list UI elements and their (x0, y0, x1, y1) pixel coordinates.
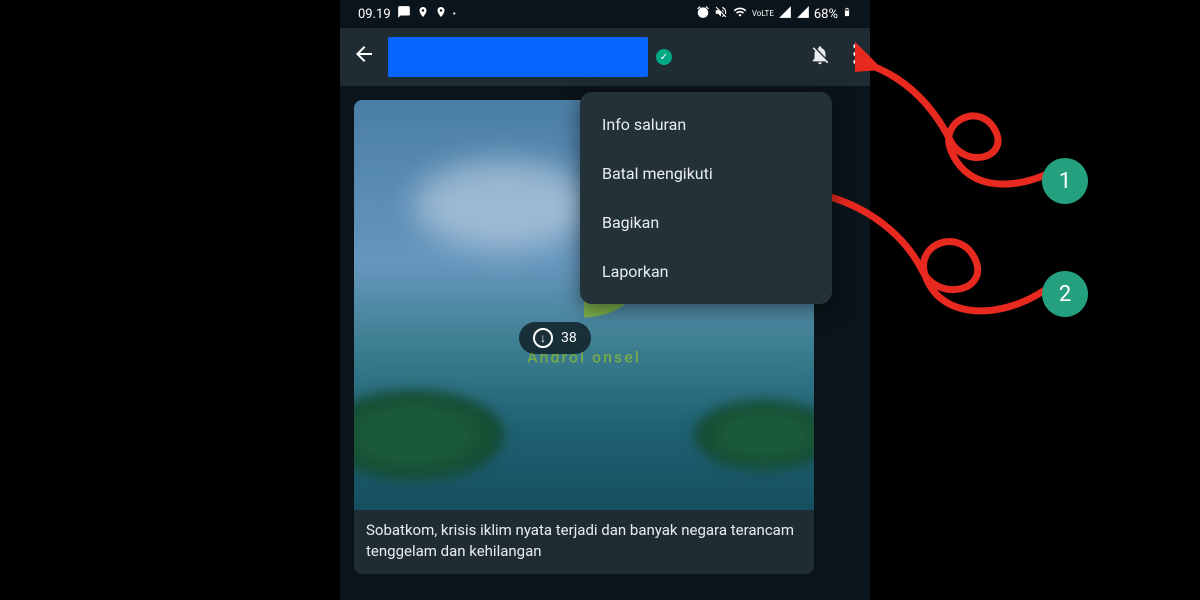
message-text: Sobatkom, krisis iklim nyata terjadi dan… (354, 510, 814, 574)
back-button[interactable] (352, 42, 376, 72)
battery-percent: 68% (814, 7, 838, 22)
annotation-step-1: 1 (1042, 158, 1088, 204)
location-icon (417, 5, 429, 23)
annotation-step-2: 2 (1042, 271, 1088, 317)
annotation-arrow-1 (855, 40, 1065, 200)
header-actions (809, 44, 858, 70)
wifi-icon (732, 5, 748, 23)
channel-title-redacted[interactable] (388, 37, 648, 77)
chat-notification-icon (397, 5, 411, 23)
more-notifications-dot: • (453, 9, 456, 20)
menu-item-share[interactable]: Bagikan (580, 198, 832, 247)
overflow-menu: Info saluran Batal mengikuti Bagikan Lap… (580, 92, 832, 304)
download-count: 38 (561, 330, 577, 346)
chat-header: ✓ (340, 28, 870, 86)
status-bar-right: VoLTE 68% (696, 4, 852, 24)
status-bar-left: 09.19 • (358, 5, 456, 23)
location-icon-2 (435, 5, 447, 23)
battery-icon (842, 4, 852, 24)
download-button[interactable]: ↓ 38 (519, 322, 591, 354)
download-icon: ↓ (533, 328, 553, 348)
menu-item-report[interactable]: Laporkan (580, 247, 832, 296)
verified-badge-icon: ✓ (656, 49, 672, 65)
mute-icon[interactable] (809, 44, 831, 70)
more-options-button[interactable] (853, 44, 858, 70)
signal-icon-2 (796, 5, 810, 23)
signal-icon-1 (778, 5, 792, 23)
status-bar: 09.19 • VoLTE (340, 0, 870, 28)
menu-item-channel-info[interactable]: Info saluran (580, 100, 832, 149)
network-type-label: VoLTE (752, 10, 774, 18)
alarm-icon (696, 5, 710, 23)
menu-item-unfollow[interactable]: Batal mengikuti (580, 149, 832, 198)
status-time: 09.19 (358, 7, 391, 22)
vibrate-icon (714, 5, 728, 23)
